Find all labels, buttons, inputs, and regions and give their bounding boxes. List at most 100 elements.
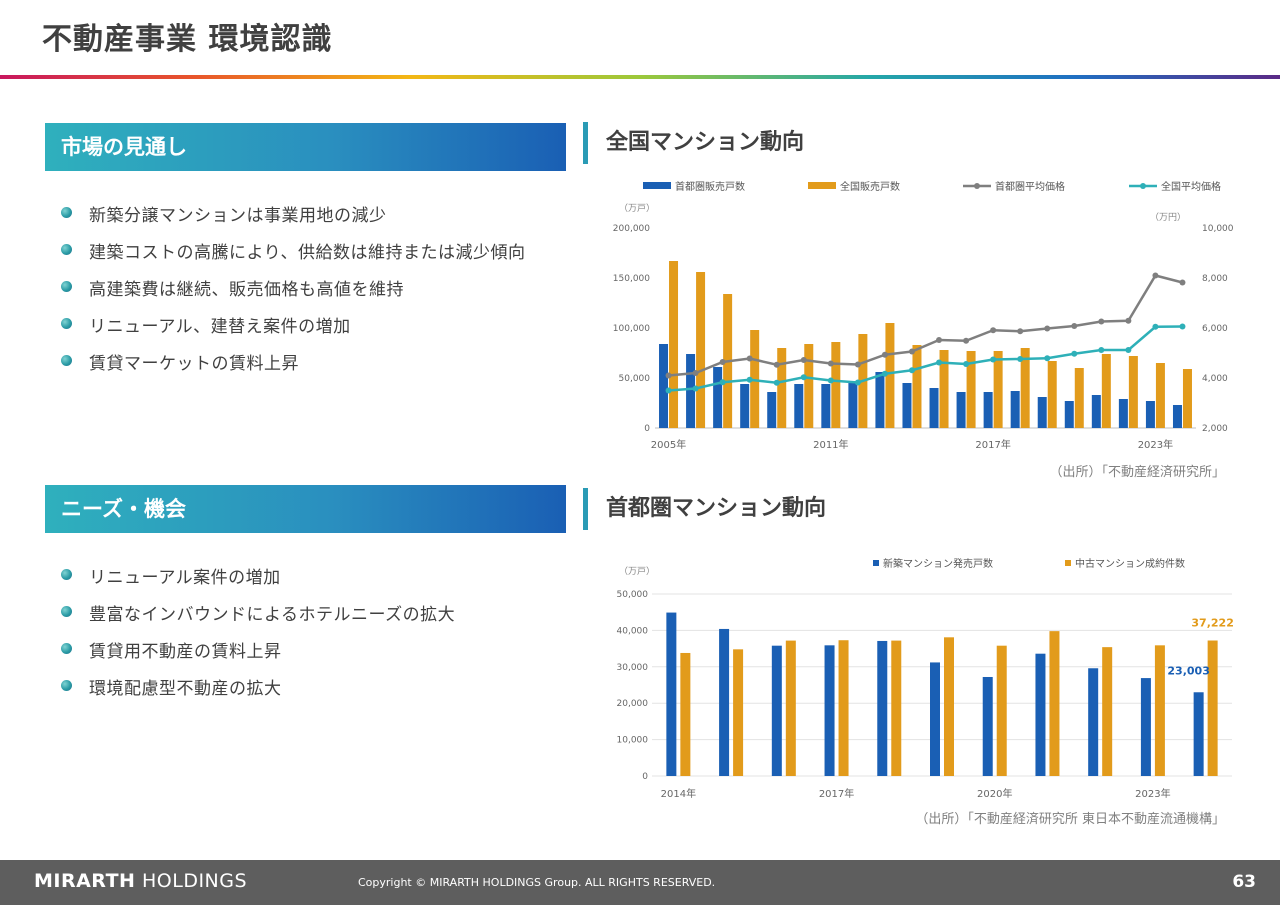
y-tick-label: 30,000 (617, 663, 649, 673)
legend-swatch (808, 182, 836, 189)
bar-national-units (1182, 369, 1192, 428)
line-capital-avg-price-point (1098, 318, 1105, 325)
line-national-avg-price-point (665, 387, 672, 394)
bar-capital-units (659, 344, 669, 428)
line-national-avg-price-point (990, 356, 997, 363)
national-chart-source: （出所）「不動産経済研究所」 (1049, 465, 1225, 480)
data-label: 23,003 (1167, 664, 1209, 677)
y2-axis-unit: （万円） (1150, 212, 1186, 223)
list-item: 環境配慮型不動産の拡大 (60, 674, 455, 711)
bar-used-condo-contracts (733, 649, 744, 776)
y2-tick-label: 2,000 (1202, 424, 1228, 434)
line-national-avg-price-point (773, 379, 780, 386)
bar-used-condo-contracts (838, 640, 849, 776)
bar-new-condo-sales (1193, 692, 1204, 776)
line-capital-avg-price-point (908, 348, 915, 355)
line-capital-avg-price-point (1071, 323, 1078, 329)
bar-capital-units (1172, 405, 1182, 428)
bar-capital-units (848, 383, 858, 428)
line-national-avg-price-point (1152, 323, 1159, 330)
line-national-avg-price-point (1044, 355, 1051, 362)
y-tick-label: 20,000 (617, 699, 649, 709)
bullet-dot-icon (61, 680, 72, 691)
national-chart-title: 全国マンション動向 (583, 122, 804, 164)
line-capital-avg-price-point (1152, 272, 1159, 279)
y2-tick-label: 4,000 (1202, 374, 1228, 384)
line-national-avg-price-point (908, 367, 915, 374)
mirarth-logo: MIRARTH HOLDINGS (34, 870, 248, 892)
line-capital-avg-price-point (1179, 279, 1186, 286)
line-capital-avg-price-point (881, 351, 888, 358)
bar-capital-units (875, 372, 885, 428)
bar-national-units (1101, 354, 1111, 428)
bar-capital-units (1037, 397, 1047, 428)
bar-capital-units (956, 392, 966, 428)
line-capital-avg-price-point (719, 359, 726, 365)
x-tick-label: 2023年 (1138, 438, 1173, 451)
line-national-avg-price-point (827, 377, 834, 384)
line-capital-avg-price-point (827, 360, 834, 367)
line-capital-avg-price-point (773, 361, 780, 368)
bar-used-condo-contracts (680, 652, 691, 776)
bar-new-condo-sales (824, 645, 835, 776)
page-number: 63 (1232, 872, 1256, 892)
bar-new-condo-sales (1035, 653, 1046, 776)
line-capital-avg-price-point (936, 337, 943, 343)
line-national-avg-price-point (936, 359, 943, 366)
bar-national-units (777, 348, 787, 428)
bar-capital-units (1010, 391, 1020, 428)
bar-capital-units (794, 384, 804, 428)
legend-label: 新築マンション発売戸数 (883, 557, 993, 570)
line-national-avg-price-point (854, 379, 861, 386)
line-capital-avg-price-point (665, 372, 672, 379)
bar-capital-units (1145, 401, 1155, 428)
y2-tick-label: 10,000 (1202, 224, 1234, 234)
bar-new-condo-sales (666, 612, 677, 776)
bar-capital-units (1064, 401, 1074, 428)
list-item: リニューアル、建替え案件の増加 (60, 312, 525, 349)
list-item: 新築分譲マンションは事業用地の減少 (60, 201, 525, 238)
market-outlook-list: 新築分譲マンションは事業用地の減少 建築コストの高騰により、供給数は維持または減… (60, 201, 525, 386)
line-capital-avg-price-point (800, 357, 807, 363)
national-condo-chart: 首都圏販売戸数 全国販売戸数 首都圏平均価格 全国平均価格 （万戸） （万円） 200,00… (613, 180, 1234, 451)
y-tick-label: 100,000 (613, 324, 650, 334)
y-tick-label: 50,000 (617, 590, 649, 600)
bar-capital-units (740, 384, 750, 428)
line-capital-avg-price-point (746, 355, 753, 362)
x-tick-label: 2014年 (661, 787, 696, 800)
bar-national-units (1155, 363, 1165, 428)
bar-new-condo-sales (877, 640, 888, 776)
line-national-avg-price-point (719, 379, 726, 386)
y-tick-label: 40,000 (617, 626, 649, 636)
legend-marker (1140, 183, 1146, 189)
page-title: 不動産事業 環境認識 (42, 22, 333, 57)
line-national-avg-price-point (1017, 356, 1024, 362)
line-national-avg-price-point (963, 361, 970, 367)
bullet-dot-icon (61, 355, 72, 366)
bar-used-condo-contracts (785, 640, 796, 776)
bar-national-units (1047, 361, 1057, 428)
legend-swatch (1065, 560, 1071, 566)
capital-chart-title: 首都圏マンション動向 (583, 488, 826, 530)
legend-swatch (643, 182, 671, 189)
legend-label: 中古マンション成約件数 (1075, 557, 1185, 570)
bullet-dot-icon (61, 569, 72, 580)
list-item: 豊富なインバウンドによるホテルニーズの拡大 (60, 600, 455, 637)
needs-opportunities-list: リニューアル案件の増加 豊富なインバウンドによるホテルニーズの拡大 賃貸用不動産… (60, 563, 455, 711)
bar-national-units (804, 344, 814, 428)
bar-national-units (1128, 356, 1138, 428)
bar-national-units (912, 345, 922, 428)
y-tick-label: 200,000 (613, 224, 650, 234)
list-item: 建築コストの高騰により、供給数は維持または減少傾向 (60, 238, 525, 275)
bar-new-condo-sales (982, 676, 993, 776)
line-national-avg-price-point (692, 385, 699, 392)
legend-label: 全国平均価格 (1161, 180, 1221, 193)
capital-chart-source: （出所）「不動産経済研究所 東日本不動産流通機構」 (915, 812, 1225, 827)
legend-label: 首都圏平均価格 (995, 180, 1065, 193)
x-tick-label: 2017年 (819, 787, 854, 800)
bullet-dot-icon (61, 207, 72, 218)
bar-national-units (831, 342, 841, 428)
bullet-dot-icon (61, 606, 72, 617)
line-national-avg-price-point (881, 370, 888, 377)
legend-swatch (873, 560, 879, 566)
